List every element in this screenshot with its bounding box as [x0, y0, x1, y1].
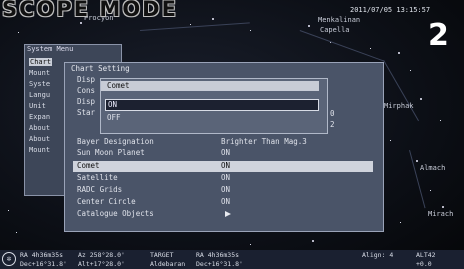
chart-setting-row-bayer[interactable]: Bayer Designation Brighter Than Mag.3 — [73, 137, 373, 148]
row-label: Comet — [77, 161, 100, 170]
row-label: Disp — [77, 97, 96, 106]
status-bar: ✲ RA 4h36m35s Dec+16°31.8' Az 258°28.0' … — [0, 250, 464, 269]
system-menu-item-about-2[interactable]: About — [29, 135, 50, 143]
status-target-name: Aldebaran — [150, 260, 186, 268]
row-value: Brighter Than Mag.3 — [221, 137, 307, 146]
chart-setting-row-satellite[interactable]: Satellite ON — [73, 173, 373, 184]
row-value: ON — [221, 185, 231, 194]
datetime-readout: 2011/07/05 13:15:57 — [350, 6, 431, 14]
sky-label-mirach: Mirach — [428, 210, 454, 218]
comet-popup: Comet ON OFF — [100, 78, 328, 134]
submenu-arrow-icon — [225, 211, 231, 217]
status-align: Align: 4 — [362, 251, 394, 259]
status-dec: Dec+16°31.8' — [20, 260, 67, 268]
status-target-dec: Dec+16°31.8' — [196, 260, 243, 268]
system-menu-item-expansion[interactable]: Expan — [29, 113, 50, 121]
system-menu-item-mount[interactable]: Mount — [29, 69, 50, 77]
comet-option-on[interactable]: ON — [105, 99, 319, 111]
status-alt42: ALT42 — [416, 251, 436, 259]
scope-mode-title: SCOPE MODE — [2, 0, 178, 21]
status-target-label: TARGET — [150, 251, 174, 259]
status-target-ra: RA 4h36m35s — [196, 251, 240, 259]
scope-screen: Procyon Menkalinan Capella Mirphak Almac… — [0, 0, 464, 269]
system-menu-item-language[interactable]: Langu — [29, 91, 50, 99]
system-menu-item-system[interactable]: Syste — [29, 80, 50, 88]
system-menu-item-mount-2[interactable]: Mount — [29, 146, 50, 154]
status-ra: RA 4h36m35s — [20, 251, 64, 259]
chart-setting-row-radc-grids[interactable]: RADC Grids ON — [73, 185, 373, 196]
chart-setting-row-comet[interactable]: Comet ON — [73, 161, 373, 172]
row-label: Sun Moon Planet — [77, 148, 145, 157]
row-value: ON — [221, 173, 231, 182]
row-value: ON — [221, 148, 231, 157]
row-label: Bayer Designation — [77, 137, 154, 146]
chart-setting-row-center-circle[interactable]: Center Circle ON — [73, 197, 373, 208]
comet-option-off[interactable]: OFF — [107, 113, 121, 122]
sky-label-menkalinan: Menkalinan — [318, 16, 361, 24]
status-az: Az 258°28.0' — [78, 251, 125, 259]
row-label: RADC Grids — [77, 185, 123, 194]
sky-label-mirphak: Mirphak — [384, 102, 414, 110]
row-label: Star — [77, 108, 96, 117]
sky-label-almach: Almach — [420, 164, 446, 172]
system-menu-item-about-1[interactable]: About — [29, 124, 50, 132]
status-extra: +0.0 — [416, 260, 432, 268]
system-menu-item-chart[interactable]: Chart — [29, 58, 53, 66]
status-alt: Alt+17°28.0' — [78, 260, 125, 268]
system-menu-item-unit[interactable]: Unit — [29, 102, 46, 110]
row-label: Disp — [77, 75, 96, 84]
chart-setting-row-sun-moon-planet[interactable]: Sun Moon Planet ON — [73, 148, 373, 159]
system-menu-title: System Menu — [27, 45, 74, 53]
scope-status-icon: ✲ — [2, 252, 16, 266]
step-number: 2 — [428, 18, 449, 53]
row-label: Satellite — [77, 173, 118, 182]
row-label: Cons — [77, 86, 96, 95]
hidden-value-display: 0 — [330, 109, 335, 118]
row-value: ON — [221, 197, 231, 206]
sky-label-capella: Capella — [320, 26, 350, 34]
row-label: Catalogue Objects — [77, 209, 154, 218]
comet-popup-title: Comet — [101, 81, 319, 91]
row-label: Center Circle — [77, 197, 136, 206]
hidden-value-star: 2 — [330, 120, 335, 129]
row-value: ON — [221, 161, 231, 170]
chart-setting-title: Chart Setting — [71, 64, 130, 73]
chart-setting-row-catalogue-objects[interactable]: Catalogue Objects — [73, 209, 373, 220]
